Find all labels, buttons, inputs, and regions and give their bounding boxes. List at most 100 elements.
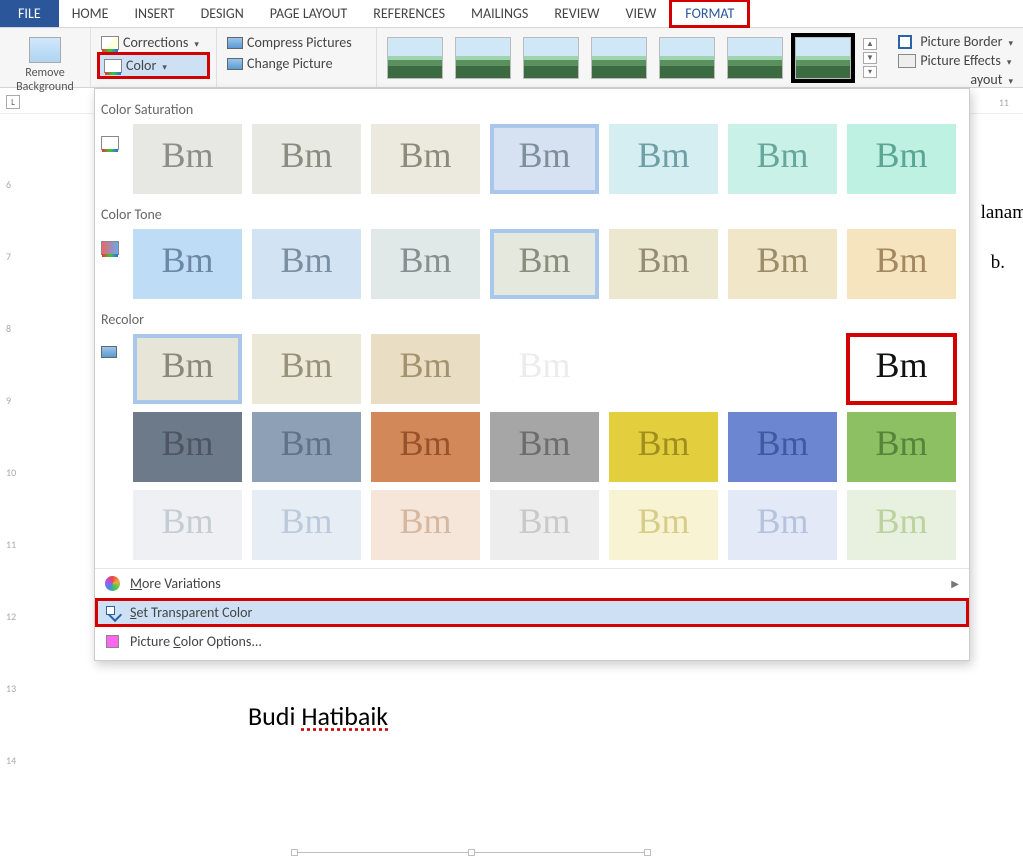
signature-preview: Bm — [875, 239, 927, 281]
tab-selector[interactable]: L — [6, 95, 20, 109]
color-swatch[interactable]: Bm — [371, 229, 480, 299]
file-tab[interactable]: FILE — [0, 0, 59, 27]
signature-preview: Bm — [399, 239, 451, 281]
color-swatch[interactable]: Bm — [371, 412, 480, 482]
picture-selection-handles[interactable] — [294, 849, 648, 857]
compress-pictures-button[interactable]: Compress Pictures — [223, 32, 370, 53]
tab-mailings[interactable]: MAILINGS — [458, 0, 541, 27]
color-swatch[interactable]: Bm — [609, 229, 718, 299]
recolor-row: BmBmBmBmBmBmBm — [95, 334, 969, 412]
signer-last: Hatibaik — [301, 700, 388, 732]
color-swatch[interactable]: Bm — [847, 490, 956, 560]
remove-background-icon — [29, 34, 61, 66]
color-swatch[interactable]: Bm — [609, 334, 718, 404]
signature-preview: Bm — [637, 134, 689, 176]
tab-references[interactable]: REFERENCES — [360, 0, 458, 27]
color-swatch[interactable]: Bm — [847, 334, 956, 404]
color-swatch[interactable]: Bm — [252, 124, 361, 194]
effects-icon — [898, 54, 916, 68]
tab-review[interactable]: REVIEW — [541, 0, 612, 27]
resize-handle[interactable] — [468, 849, 475, 856]
signature-preview: Bm — [280, 500, 332, 542]
more-variations-item[interactable]: More Variations ▶ — [95, 569, 969, 598]
style-thumb[interactable] — [523, 37, 579, 79]
color-swatch[interactable]: Bm — [371, 490, 480, 560]
more-variations-label: More Variations — [130, 575, 221, 592]
resize-handle[interactable] — [644, 849, 651, 856]
corrections-button[interactable]: Corrections — [97, 32, 210, 53]
color-swatch[interactable]: Bm — [728, 490, 837, 560]
recolor-row: BmBmBmBmBmBmBm — [95, 490, 969, 568]
tab-home[interactable]: HOME — [59, 0, 122, 27]
color-swatch[interactable]: Bm — [133, 490, 242, 560]
color-swatch[interactable]: Bm — [728, 124, 837, 194]
color-button[interactable]: Color — [97, 52, 210, 79]
color-swatch[interactable]: Bm — [728, 334, 837, 404]
signature-preview: Bm — [875, 422, 927, 464]
signature-preview: Bm — [280, 422, 332, 464]
style-thumb[interactable] — [727, 37, 783, 79]
color-wheel-icon — [105, 576, 120, 591]
signature-preview: Bm — [518, 239, 570, 281]
resize-handle[interactable] — [291, 849, 298, 856]
color-swatch[interactable]: Bm — [847, 412, 956, 482]
color-swatch[interactable]: Bm — [133, 412, 242, 482]
color-swatch[interactable]: Bm — [133, 334, 242, 404]
style-thumb[interactable] — [591, 37, 647, 79]
gallery-scroll[interactable]: ▲ ▼ ▾ — [863, 38, 877, 78]
color-swatch[interactable]: Bm — [609, 124, 718, 194]
color-swatch[interactable]: Bm — [133, 229, 242, 299]
color-swatch[interactable]: Bm — [847, 124, 956, 194]
picture-color-options-item[interactable]: Picture Color Options... — [95, 627, 969, 656]
section-title-saturation: Color Saturation — [95, 97, 969, 124]
color-swatch[interactable]: Bm — [490, 490, 599, 560]
ruler-mark: 10 — [6, 466, 16, 479]
color-swatch[interactable]: Bm — [133, 124, 242, 194]
color-swatch[interactable]: Bm — [728, 229, 837, 299]
picture-layout-label: ayout — [970, 71, 1002, 88]
ruler-mark: 7 — [6, 250, 11, 263]
color-swatch[interactable]: Bm — [371, 124, 480, 194]
gallery-up-icon[interactable]: ▲ — [863, 38, 877, 50]
color-swatch[interactable]: Bm — [728, 412, 837, 482]
picture-effects-button[interactable]: Picture Effects — [896, 51, 1015, 70]
tab-page-layout[interactable]: PAGE LAYOUT — [257, 0, 360, 27]
style-thumb[interactable] — [455, 37, 511, 79]
signature-preview: Bm — [161, 134, 213, 176]
picture-border-button[interactable]: Picture Border — [896, 32, 1015, 51]
color-swatch[interactable]: Bm — [252, 334, 361, 404]
color-swatch[interactable]: Bm — [371, 334, 480, 404]
recolor-row: BmBmBmBmBmBmBm — [95, 412, 969, 490]
color-swatch[interactable]: Bm — [847, 229, 956, 299]
style-thumb[interactable] — [659, 37, 715, 79]
compress-icon — [227, 37, 243, 49]
color-swatch[interactable]: Bm — [490, 334, 599, 404]
picture-styles-gallery[interactable]: ▲ ▼ ▾ — [377, 28, 888, 87]
color-swatch[interactable]: Bm — [252, 229, 361, 299]
gallery-down-icon[interactable]: ▼ — [863, 52, 877, 64]
style-thumb[interactable] — [387, 37, 443, 79]
color-swatch[interactable]: Bm — [609, 490, 718, 560]
color-swatch[interactable]: Bm — [490, 412, 599, 482]
ruler-mark: 11 — [6, 538, 16, 551]
signature-preview: Bm — [161, 422, 213, 464]
tab-insert[interactable]: INSERT — [122, 0, 188, 27]
change-picture-button[interactable]: Change Picture — [223, 53, 370, 74]
color-swatch[interactable]: Bm — [609, 412, 718, 482]
signature-preview: Bm — [756, 134, 808, 176]
tab-view[interactable]: VIEW — [613, 0, 670, 27]
picture-layout-button[interactable]: ayout — [896, 70, 1015, 89]
gallery-more-icon[interactable]: ▾ — [863, 66, 877, 78]
style-thumb-selected[interactable] — [795, 37, 851, 79]
remove-background-button[interactable]: Remove Background — [6, 32, 84, 94]
tab-format[interactable]: FORMAT — [669, 0, 750, 28]
set-transparent-label: Set Transparent Color — [130, 604, 252, 621]
set-transparent-color-item[interactable]: Set Transparent Color — [95, 598, 969, 627]
tab-design[interactable]: DESIGN — [188, 0, 257, 27]
color-swatch[interactable]: Bm — [252, 412, 361, 482]
chevron-down-icon — [1006, 71, 1013, 88]
signature-preview: Bm — [637, 239, 689, 281]
color-swatch[interactable]: Bm — [252, 490, 361, 560]
color-swatch[interactable]: Bm — [490, 229, 599, 299]
color-swatch[interactable]: Bm — [490, 124, 599, 194]
